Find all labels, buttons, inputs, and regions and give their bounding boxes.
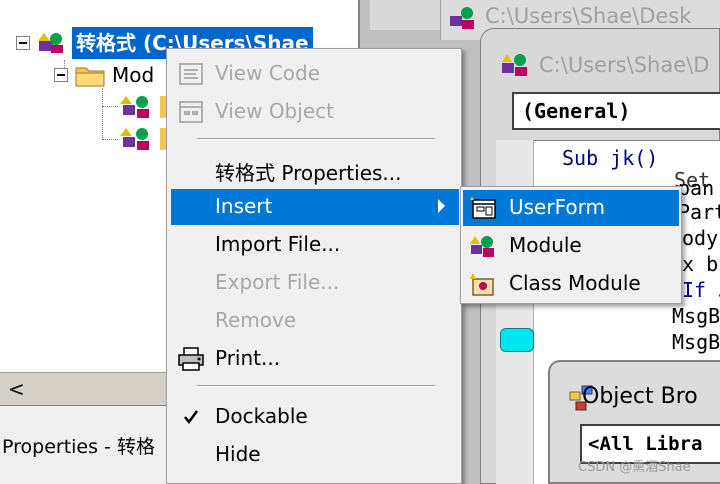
menu-item-label: Hide xyxy=(215,442,261,466)
menu-separator xyxy=(197,385,435,387)
properties-title: Properties - 转格 xyxy=(2,436,155,458)
object-dropdown[interactable]: (General) xyxy=(512,92,720,130)
menu-item-label: View Code xyxy=(215,61,321,85)
module-icon xyxy=(470,236,494,257)
tree-node-module-2[interactable] xyxy=(120,122,166,156)
printer-icon xyxy=(178,347,204,371)
code-line: MsgB xyxy=(672,304,720,328)
menu-item-dockable[interactable]: Dockable xyxy=(171,399,459,435)
vba-project-icon xyxy=(38,33,63,53)
code-line: If J xyxy=(682,278,720,302)
view-object-icon xyxy=(179,101,203,123)
menu-item-view-code[interactable]: View Code xyxy=(171,56,459,92)
scroll-left-icon[interactable]: < xyxy=(8,377,25,401)
window-title: C:\Users\Shae\Desk xyxy=(485,4,692,28)
submenu-item-userform[interactable]: UserForm xyxy=(463,190,679,226)
object-browser-title: Object Bro xyxy=(582,384,698,409)
breakpoint-marker[interactable] xyxy=(500,328,534,352)
userform-icon xyxy=(470,196,496,219)
menu-item-label: Import File... xyxy=(215,232,341,256)
menu-item-label: View Object xyxy=(215,99,334,123)
menu-separator xyxy=(197,138,435,140)
collapse-toggle-icon[interactable] xyxy=(54,68,68,82)
insert-submenu: UserForm Module Class Module xyxy=(460,186,682,304)
checkmark-icon xyxy=(184,410,199,425)
tree-node-modules[interactable]: Mod xyxy=(54,58,154,92)
class-module-icon xyxy=(470,273,494,296)
submenu-arrow-icon xyxy=(438,199,445,213)
menu-item-label: Insert xyxy=(215,194,273,218)
menu-item-label: Export File... xyxy=(215,270,340,294)
code-line: pan xyxy=(678,176,715,200)
code-line: MsgB xyxy=(672,330,720,354)
menu-item-label: UserForm xyxy=(509,195,605,219)
tree-connector xyxy=(102,88,103,140)
menu-item-print[interactable]: Print... xyxy=(171,341,459,377)
menu-item-view-object[interactable]: View Object xyxy=(171,94,459,130)
menu-item-label: Remove xyxy=(215,308,297,332)
menu-item-hide[interactable]: Hide xyxy=(171,437,459,473)
menu-item-label: Print... xyxy=(215,346,281,370)
tree-connector xyxy=(102,106,118,107)
tree-node-module-1[interactable] xyxy=(120,90,166,124)
collapse-toggle-icon[interactable] xyxy=(16,36,30,50)
menu-item-remove[interactable]: Remove xyxy=(171,303,459,339)
menu-item-import-file[interactable]: Import File... xyxy=(171,227,459,263)
menu-item-export-file[interactable]: Export File... xyxy=(171,265,459,301)
menu-item-insert[interactable]: Insert xyxy=(171,189,459,225)
menu-item-label: Class Module xyxy=(509,271,641,295)
window-title: C:\Users\Shae\D xyxy=(539,53,710,77)
code-line: x b xyxy=(682,252,719,276)
project-context-menu: View Code View Object 转格式 Properties... … xyxy=(166,48,462,484)
view-code-icon xyxy=(179,63,203,85)
code-line: Sub jk() xyxy=(562,146,659,170)
submenu-item-class-module[interactable]: Class Module xyxy=(463,266,679,302)
vba-project-icon xyxy=(450,7,474,29)
menu-item-properties[interactable]: 转格式 Properties... xyxy=(171,152,459,188)
menu-item-label: Dockable xyxy=(215,404,308,428)
vba-project-icon xyxy=(502,54,527,76)
code-line: Part xyxy=(678,200,720,224)
watermark: CSDN @熏酒Shae xyxy=(578,460,691,475)
tree-connector xyxy=(102,139,118,140)
tree-folder-label[interactable]: Mod xyxy=(112,63,154,87)
module-icon xyxy=(120,96,149,118)
submenu-item-module[interactable]: Module xyxy=(463,228,679,264)
code-line: ody xyxy=(682,226,719,250)
folder-icon xyxy=(75,67,105,87)
menu-item-label: Module xyxy=(509,233,582,257)
module-icon xyxy=(120,128,149,150)
menu-item-label: 转格式 Properties... xyxy=(215,161,402,185)
